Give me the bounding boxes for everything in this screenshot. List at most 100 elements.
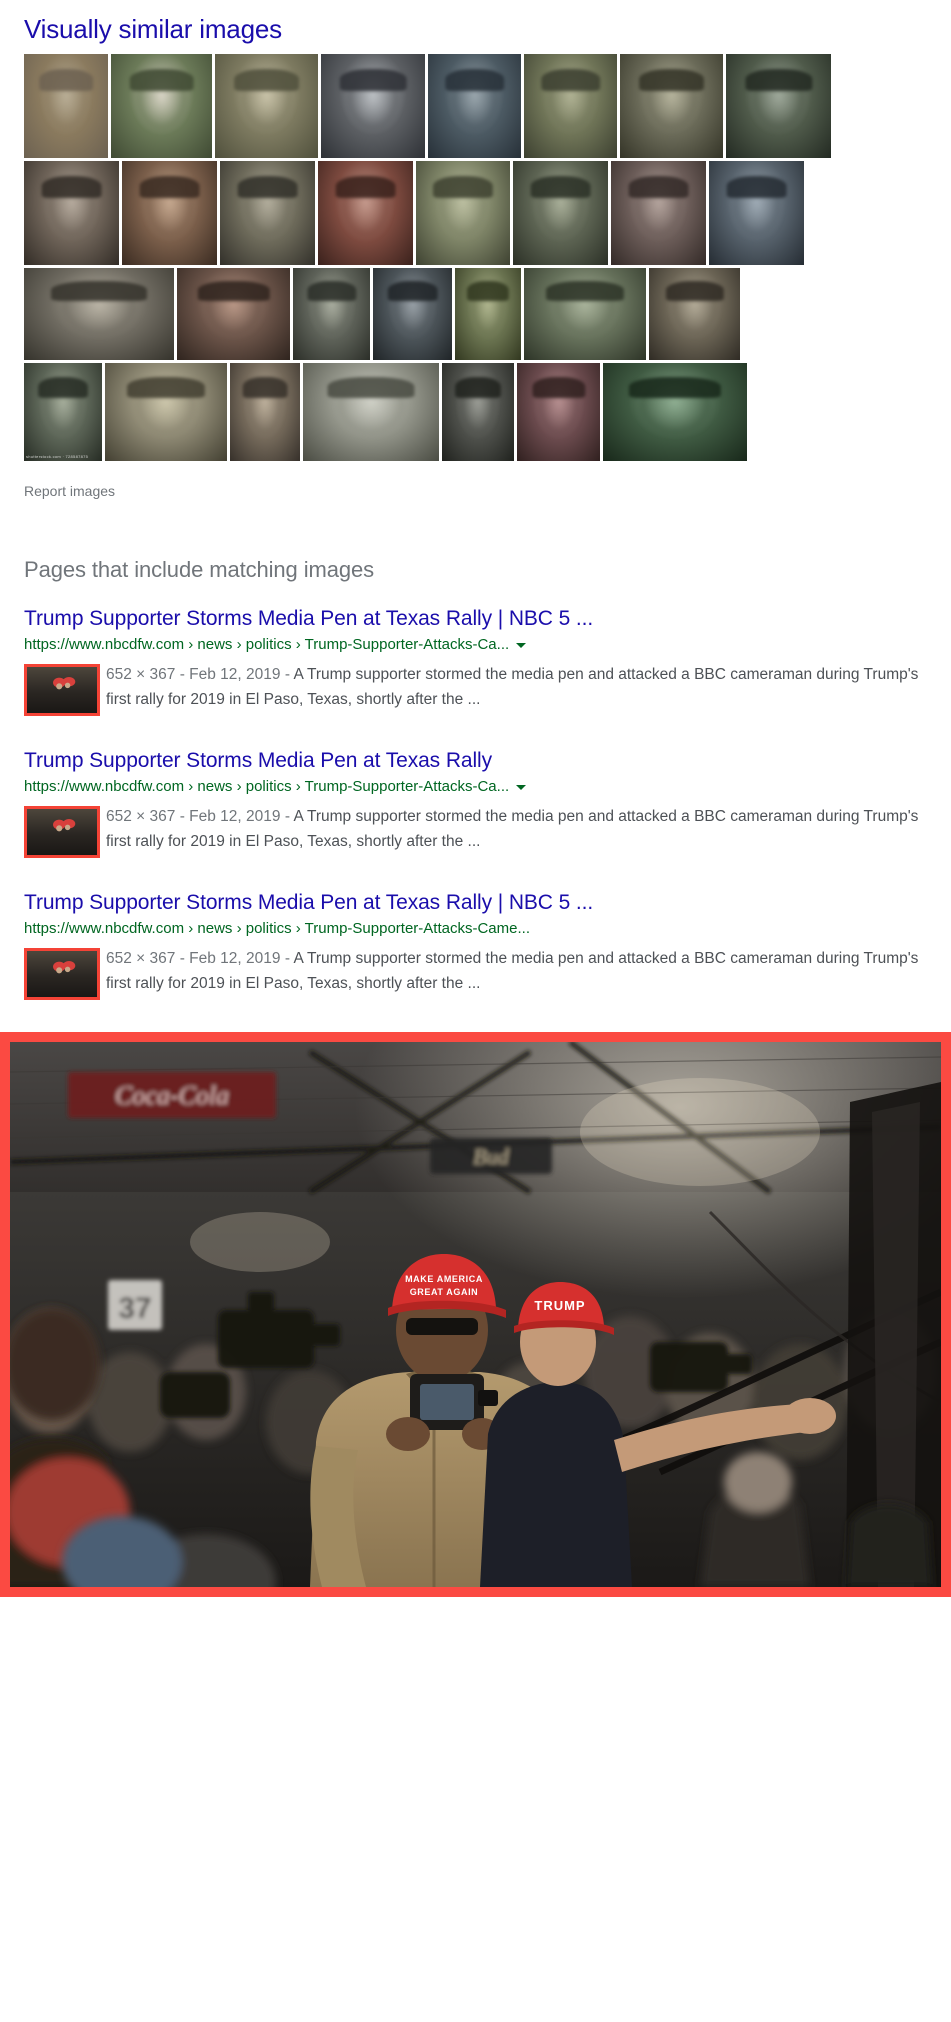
thumbnail-headwear bbox=[233, 68, 300, 92]
svg-text:MAKE AMERICA: MAKE AMERICA bbox=[405, 1274, 483, 1284]
thumbnail-headwear bbox=[444, 68, 505, 92]
result-url[interactable]: https://www.nbcdfw.com › news › politics… bbox=[24, 777, 509, 797]
search-result: Trump Supporter Storms Media Pen at Texa… bbox=[24, 748, 951, 858]
coca-cola-sign: Coca-Cola bbox=[68, 1072, 276, 1118]
thumb-helmet-profile[interactable] bbox=[513, 161, 608, 265]
result-thumbnail-image bbox=[27, 667, 97, 713]
result-meta: 652 × 367 - Feb 12, 2019 - bbox=[106, 950, 294, 967]
thumbnail-headwear bbox=[51, 280, 147, 302]
pages-matching-images-heading: Pages that include matching images bbox=[24, 557, 375, 582]
thumb-red-beret[interactable] bbox=[318, 161, 413, 265]
thumb-green-beret-sunglasses[interactable] bbox=[603, 363, 747, 461]
result-snippet: 652 × 367 - Feb 12, 2019 - A Trump suppo… bbox=[106, 804, 926, 854]
photo-illustration: Coca-Cola Bud 37 MAKE AMERICA GREAT AGAI… bbox=[10, 1042, 941, 1587]
thumb-officer-peaked-cap[interactable] bbox=[620, 54, 723, 158]
thumbnail-headwear bbox=[628, 376, 722, 399]
image-grid-row bbox=[24, 54, 928, 158]
result-snippet: 652 × 367 - Feb 12, 2019 - A Trump suppo… bbox=[106, 662, 926, 712]
thumbnail-headwear bbox=[242, 376, 288, 399]
thumbnail-headwear bbox=[628, 175, 689, 199]
thumbnail-headwear bbox=[306, 280, 357, 302]
search-result: Trump Supporter Storms Media Pen at Texa… bbox=[24, 890, 951, 1000]
result-url-row: https://www.nbcdfw.com › news › politics… bbox=[24, 777, 951, 797]
result-title-link[interactable]: Trump Supporter Storms Media Pen at Texa… bbox=[24, 890, 951, 916]
thumbnail-headwear bbox=[744, 68, 813, 92]
thumb-moustache-officer[interactable] bbox=[24, 161, 119, 265]
result-body: 652 × 367 - Feb 12, 2019 - A Trump suppo… bbox=[24, 662, 951, 716]
thumbnail-headwear bbox=[339, 68, 407, 92]
thumb-tartan-hat[interactable] bbox=[611, 161, 706, 265]
result-title-link[interactable]: Trump Supporter Storms Media Pen at Texa… bbox=[24, 606, 951, 632]
thumb-pink-beret-officer[interactable] bbox=[517, 363, 600, 461]
thumb-dark-beret[interactable] bbox=[373, 268, 452, 360]
thumb-officer-khaki[interactable] bbox=[24, 54, 108, 158]
svg-text:TRUMP: TRUMP bbox=[534, 1298, 585, 1313]
result-thumbnail-image bbox=[27, 951, 97, 997]
result-thumbnail[interactable] bbox=[24, 806, 100, 858]
thumb-beanie-soldier[interactable] bbox=[293, 268, 370, 360]
report-images-link[interactable]: Report images bbox=[0, 464, 951, 501]
result-meta: 652 × 367 - Feb 12, 2019 - bbox=[106, 808, 294, 825]
result-body: 652 × 367 - Feb 12, 2019 - A Trump suppo… bbox=[24, 804, 951, 858]
thumbnail-headwear bbox=[139, 175, 200, 199]
result-meta: 652 × 367 - Feb 12, 2019 - bbox=[106, 666, 294, 683]
thumb-field-soldier[interactable] bbox=[416, 161, 510, 265]
bud-sign: Bud bbox=[430, 1138, 552, 1174]
thumbnail-headwear bbox=[545, 280, 625, 302]
result-url[interactable]: https://www.nbcdfw.com › news › politics… bbox=[24, 635, 509, 655]
visually-similar-images-grid: shutterstock.com · 728587875 bbox=[0, 54, 951, 461]
thumb-suited-man[interactable] bbox=[321, 54, 425, 158]
search-results-page: Visually similar images shutterstock.com… bbox=[0, 0, 951, 2022]
thumbnail-headwear bbox=[387, 280, 438, 302]
thumb-sunglasses-officer[interactable]: shutterstock.com · 728587875 bbox=[24, 363, 102, 461]
thumb-saluting-general[interactable] bbox=[105, 363, 227, 461]
thumbnail-headwear bbox=[327, 376, 415, 399]
thumb-tartan-officer[interactable] bbox=[649, 268, 740, 360]
result-thumbnail[interactable] bbox=[24, 948, 100, 1000]
image-grid-row bbox=[24, 268, 928, 360]
thumb-panama-hat-crowd[interactable] bbox=[24, 268, 174, 360]
svg-text:Coca-Cola: Coca-Cola bbox=[115, 1081, 229, 1110]
photo-canvas: Coca-Cola Bud 37 MAKE AMERICA GREAT AGAI… bbox=[10, 1042, 941, 1587]
result-url[interactable]: https://www.nbcdfw.com › news › politics… bbox=[24, 919, 530, 939]
thumbnail-headwear bbox=[432, 175, 494, 199]
result-snippet: 652 × 367 - Feb 12, 2019 - A Trump suppo… bbox=[106, 946, 926, 996]
thumb-camo-jungle[interactable] bbox=[455, 268, 521, 360]
thumbnail-headwear bbox=[454, 376, 502, 399]
thumb-veteran-photo[interactable] bbox=[230, 363, 300, 461]
thumb-beret-soldier[interactable] bbox=[428, 54, 521, 158]
thumbnail-headwear bbox=[197, 280, 270, 302]
thumb-military-portrait[interactable] bbox=[220, 161, 315, 265]
thumbnail-headwear bbox=[530, 175, 591, 199]
rally-media-pen-photo[interactable]: Coca-Cola Bud 37 MAKE AMERICA GREAT AGAI… bbox=[0, 1032, 951, 1597]
thumbnail-headwear bbox=[540, 68, 601, 92]
result-title-link[interactable]: Trump Supporter Storms Media Pen at Texa… bbox=[24, 748, 951, 774]
section-number-placard: 37 bbox=[108, 1280, 162, 1330]
search-result: Trump Supporter Storms Media Pen at Texa… bbox=[24, 606, 951, 716]
thumb-red-cap-general[interactable] bbox=[177, 268, 290, 360]
image-grid-row bbox=[24, 161, 928, 265]
thumbnail-headwear bbox=[726, 175, 787, 199]
thumb-camo-commander[interactable] bbox=[524, 54, 617, 158]
chevron-down-icon[interactable] bbox=[516, 642, 527, 648]
thumb-general-white-cap[interactable] bbox=[111, 54, 212, 158]
result-body: 652 × 367 - Feb 12, 2019 - A Trump suppo… bbox=[24, 946, 951, 1000]
chevron-down-icon[interactable] bbox=[516, 784, 527, 790]
thumbnail-headwear bbox=[335, 175, 396, 199]
visually-similar-images-heading[interactable]: Visually similar images bbox=[0, 0, 951, 54]
thumbnail-headwear bbox=[41, 175, 102, 199]
thumb-masked-fighter[interactable] bbox=[442, 363, 514, 461]
thumbnail-headwear bbox=[237, 175, 298, 199]
thumb-green-beret-pair[interactable] bbox=[524, 268, 646, 360]
svg-text:Bud: Bud bbox=[473, 1144, 509, 1169]
thumb-saluting-officer[interactable] bbox=[215, 54, 318, 158]
thumbnail-headwear bbox=[38, 376, 88, 399]
thumb-smiling-pilot[interactable] bbox=[122, 161, 217, 265]
image-grid-row: shutterstock.com · 728587875 bbox=[24, 363, 928, 461]
thumb-laughing-soldier[interactable] bbox=[303, 363, 439, 461]
thumbnail-headwear bbox=[466, 280, 510, 302]
thumb-ushanka-man[interactable] bbox=[709, 161, 804, 265]
thumbnail-headwear bbox=[638, 68, 705, 92]
result-thumbnail[interactable] bbox=[24, 664, 100, 716]
thumb-helmet-soldier[interactable] bbox=[726, 54, 831, 158]
